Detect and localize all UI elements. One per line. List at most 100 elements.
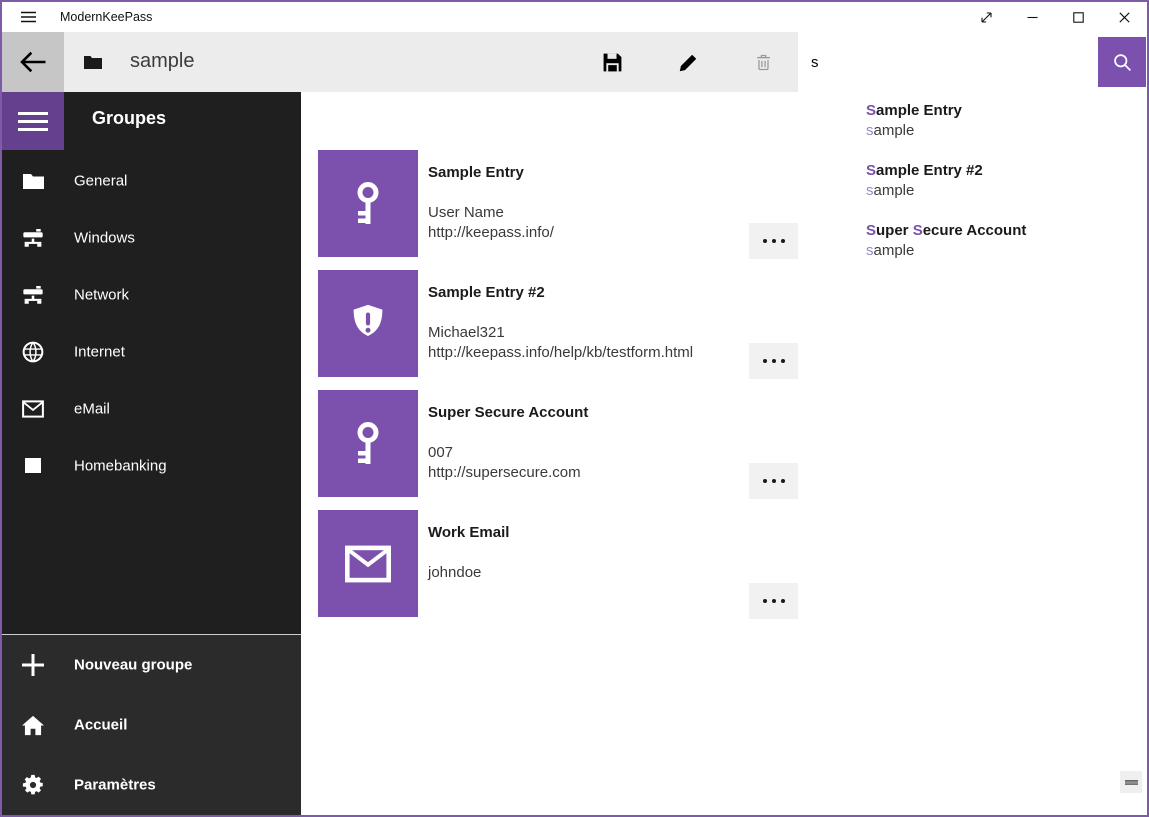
back-button[interactable] (2, 32, 64, 92)
sidebar-item-home[interactable]: Accueil (2, 695, 301, 755)
titlebar: ModernKeePass (2, 2, 1147, 32)
entry-title: Super Secure Account (428, 404, 588, 421)
home-icon (22, 714, 44, 736)
entry-details: User Name http://keepass.info/ (428, 203, 554, 243)
sidebar-item-email[interactable]: eMail (2, 380, 301, 437)
entry-more-button[interactable] (749, 223, 798, 259)
key-icon (344, 420, 392, 468)
commandbar: sample (2, 32, 1147, 92)
save-icon (603, 53, 622, 72)
sidebar-item-label: Network (74, 286, 129, 303)
search-result-title: Sample Entry #2 (866, 161, 1136, 181)
sidebar-item-label: Accueil (74, 717, 127, 734)
search-icon (1112, 52, 1133, 73)
plus-icon (22, 654, 44, 676)
globe-icon (22, 341, 44, 363)
app-window: ModernKeePass sample (0, 0, 1149, 817)
key-icon (344, 180, 392, 228)
fullscreen-button[interactable] (963, 2, 1009, 32)
search-result-title: Super Secure Account (866, 221, 1136, 241)
sidebar-item-settings[interactable]: Paramètres (2, 755, 301, 815)
sidebar-item-general[interactable]: General (2, 152, 301, 209)
search-flyout: Sample EntrysampleSample Entry #2sampleS… (798, 92, 1146, 814)
minimize-button[interactable] (1009, 2, 1055, 32)
square-icon (22, 455, 44, 477)
minimize-icon (1027, 12, 1038, 23)
pencil-icon (679, 53, 698, 72)
sidebar-item-network[interactable]: Network (2, 266, 301, 323)
entry-more-button[interactable] (749, 463, 798, 499)
save-button[interactable] (588, 32, 636, 92)
entry-tile[interactable] (318, 270, 418, 377)
app-title: ModernKeePass (60, 2, 152, 32)
network-icon (22, 284, 44, 306)
entry-details: johndoe (428, 563, 481, 583)
entry-username: johndoe (428, 563, 481, 583)
entry-title: Sample Entry (428, 164, 524, 181)
group-list: General Windows Network Internet (2, 152, 301, 494)
search-result-item[interactable]: Super Secure Accountsample (866, 221, 1136, 261)
entry-list: Sample Entry User Name http://keepass.in… (318, 150, 798, 630)
network-icon (22, 227, 44, 249)
search-input[interactable] (811, 32, 1041, 92)
ellipsis-icon (763, 239, 767, 243)
sidebar-header: Groupes (92, 108, 166, 129)
gear-icon (22, 774, 44, 796)
entry-row-super-secure-account: Super Secure Account 007 http://supersec… (318, 390, 798, 497)
mail-icon (345, 545, 391, 583)
entry-tile[interactable] (318, 510, 418, 617)
sidebar-item-new-group[interactable]: Nouveau groupe (2, 635, 301, 695)
diagonal-arrows-icon (980, 11, 993, 24)
entry-title: Work Email (428, 524, 509, 541)
sidebar-item-label: Internet (74, 343, 125, 360)
search-button[interactable] (1098, 37, 1146, 87)
sidebar-item-label: Windows (74, 229, 135, 246)
entry-row-sample-entry-2: Sample Entry #2 Michael321 http://keepas… (318, 270, 798, 377)
mail-icon (22, 398, 44, 420)
ellipsis-icon (763, 359, 767, 363)
entry-more-button[interactable] (749, 583, 798, 619)
system-menu-button[interactable] (12, 2, 44, 32)
entry-url: http://keepass.info/ (428, 223, 554, 243)
sidebar-item-label: General (74, 172, 127, 189)
entry-title: Sample Entry #2 (428, 284, 545, 301)
edit-button[interactable] (664, 32, 712, 92)
sidebar-item-label: Homebanking (74, 457, 167, 474)
delete-button[interactable] (739, 32, 787, 92)
search-result-subtitle: sample (866, 121, 1136, 141)
sidebar: Groupes General Windows Network (2, 92, 301, 815)
maximize-icon (1073, 12, 1084, 23)
entry-username: Michael321 (428, 323, 693, 343)
sidebar-footer: Nouveau groupe Accueil Paramètres (2, 634, 301, 815)
entry-url: http://supersecure.com (428, 463, 581, 483)
search-result-subtitle: sample (866, 241, 1136, 261)
sidebar-item-internet[interactable]: Internet (2, 323, 301, 380)
search-box (798, 32, 1147, 92)
ellipsis-icon (763, 479, 767, 483)
hamburger-icon (21, 11, 36, 23)
folder-icon (22, 170, 44, 192)
entry-username: User Name (428, 203, 554, 223)
back-arrow-icon (20, 50, 47, 74)
nav-toggle-button[interactable] (2, 92, 64, 150)
search-result-subtitle: sample (866, 181, 1136, 201)
search-result-item[interactable]: Sample Entry #2sample (866, 161, 1136, 201)
ellipsis-icon (763, 599, 767, 603)
search-result-title: Sample Entry (866, 101, 1136, 121)
entry-row-sample-entry: Sample Entry User Name http://keepass.in… (318, 150, 798, 257)
entry-tile[interactable] (318, 390, 418, 497)
maximize-button[interactable] (1055, 2, 1101, 32)
sidebar-item-homebanking[interactable]: Homebanking (2, 437, 301, 494)
sidebar-item-windows[interactable]: Windows (2, 209, 301, 266)
search-results: Sample EntrysampleSample Entry #2sampleS… (866, 101, 1136, 261)
sidebar-item-label: Paramètres (74, 777, 156, 794)
entry-more-button[interactable] (749, 343, 798, 379)
sidebar-item-label: eMail (74, 400, 110, 417)
entry-tile[interactable] (318, 150, 418, 257)
entry-details: 007 http://supersecure.com (428, 443, 581, 483)
hamburger-icon (18, 112, 48, 115)
close-button[interactable] (1101, 2, 1147, 32)
zoom-out-corner-button[interactable] (1120, 771, 1142, 793)
search-result-item[interactable]: Sample Entrysample (866, 101, 1136, 141)
sidebar-item-label: Nouveau groupe (74, 657, 192, 674)
